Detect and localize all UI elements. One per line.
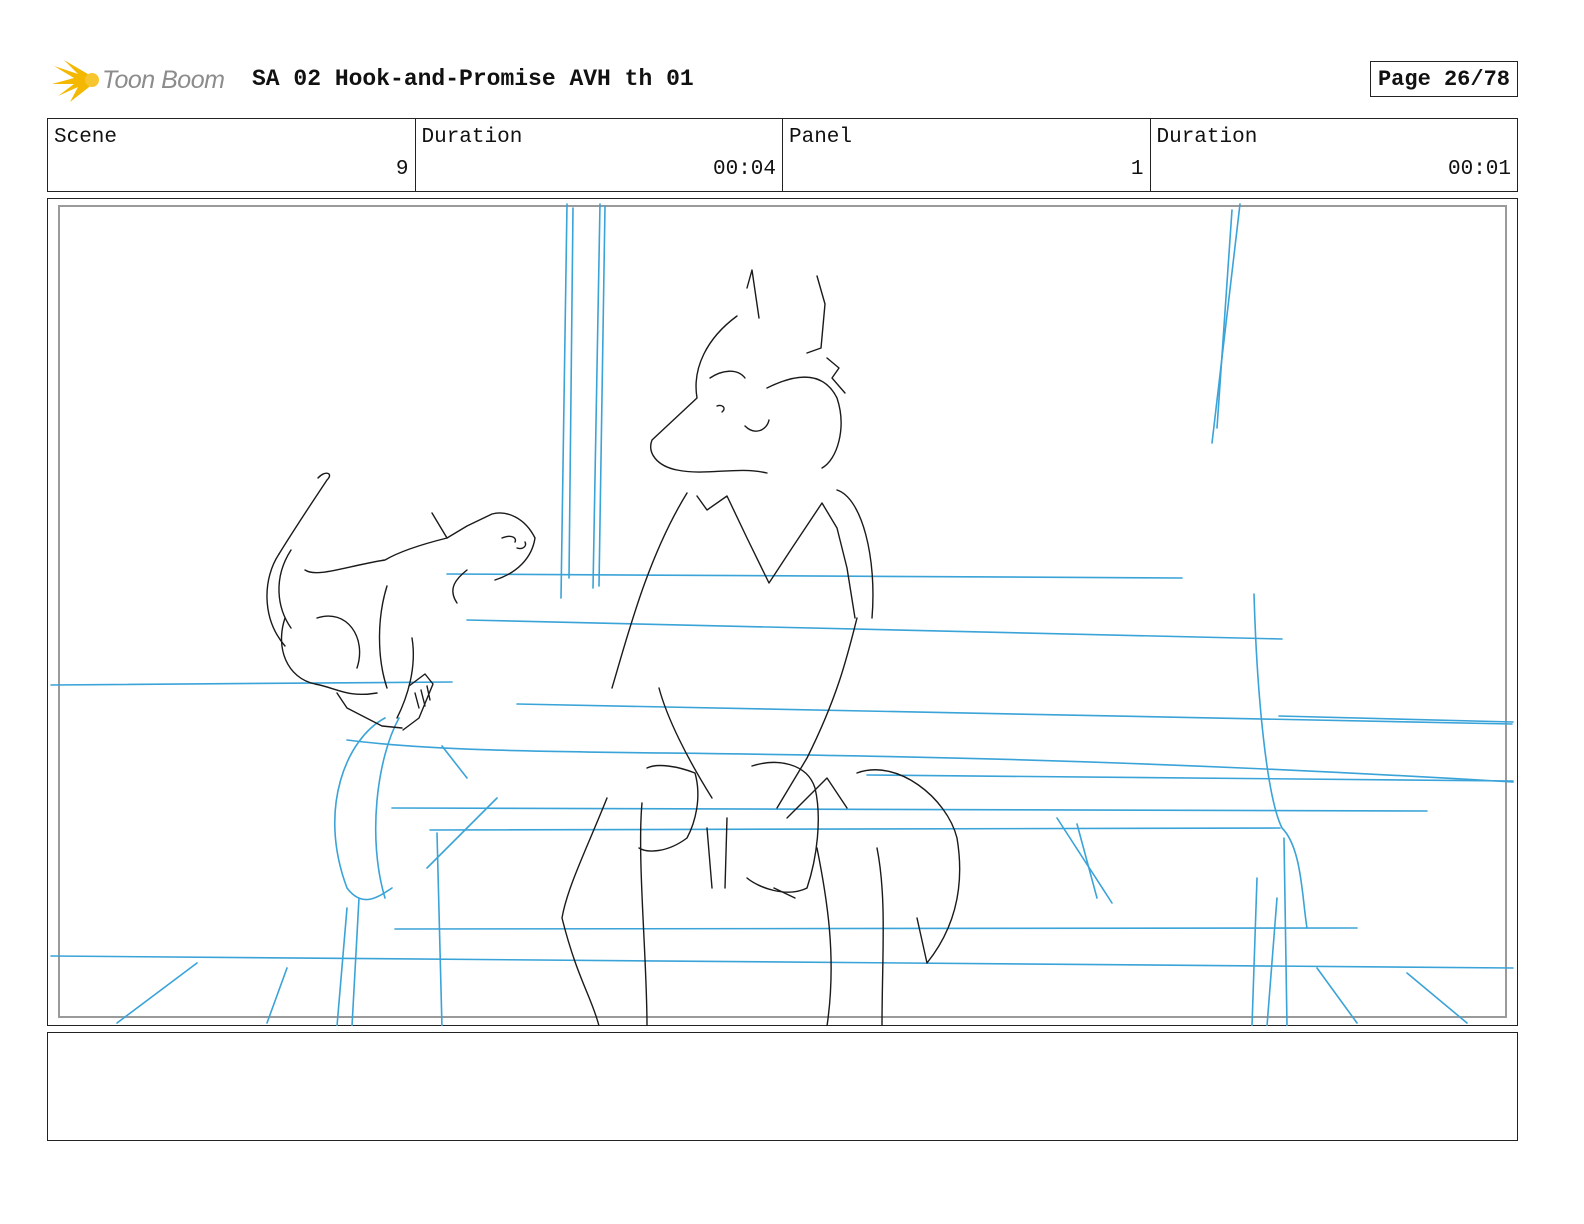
storyboard-sketch [50, 203, 1514, 1026]
panel-duration-value: 00:01 [1447, 158, 1511, 181]
scene-value: 9 [395, 158, 409, 181]
panel-value: 1 [1130, 158, 1144, 181]
scene-label: Scene [54, 126, 118, 149]
scene-cell: Scene 9 [48, 119, 416, 191]
panel-duration-label: Duration [1156, 126, 1258, 149]
toon-boom-starburst-icon [52, 60, 99, 102]
scene-duration-label: Duration [421, 126, 523, 149]
wolf-character-sketch [561, 269, 961, 1026]
background-layout-lines [50, 203, 1514, 1026]
panel-label: Panel [789, 126, 853, 149]
scene-duration-cell: Duration 00:04 [416, 119, 783, 191]
panel-notes-box [47, 1032, 1518, 1141]
scene-duration-value: 00:04 [712, 158, 776, 181]
document-title: SA 02 Hook-and-Promise AVH th 01 [252, 66, 694, 92]
cat-character-sketch [266, 472, 536, 731]
page-header: Toon Boom SA 02 Hook-and-Promise AVH th … [52, 56, 1518, 104]
panel-cell: Panel 1 [783, 119, 1151, 191]
page-number: Page 26/78 [1369, 61, 1518, 97]
logo-text: Toon Boom [102, 66, 225, 94]
panel-duration-cell: Duration 00:01 [1151, 119, 1518, 191]
toon-boom-logo: Toon Boom [52, 56, 242, 104]
panel-info-table: Scene 9 Duration 00:04 Panel 1 Duration … [47, 118, 1518, 192]
